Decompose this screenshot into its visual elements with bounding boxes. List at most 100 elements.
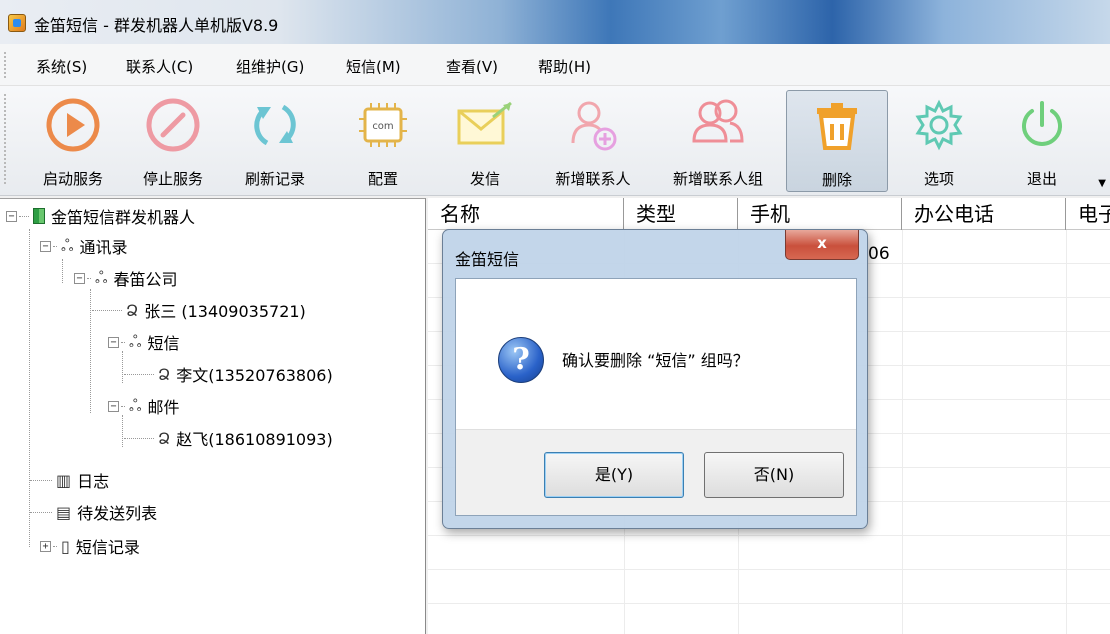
- tree-group-sms[interactable]: − ஃ 短信: [108, 327, 180, 357]
- refresh-records-button[interactable]: 刷新记录: [230, 90, 320, 192]
- tree-group-mail[interactable]: − ஃ 邮件: [108, 391, 180, 421]
- trash-icon: [802, 91, 872, 161]
- tree-root-label: 金笛短信群发机器人: [51, 208, 196, 227]
- send-message-label: 发信: [469, 170, 500, 188]
- dialog-body: ? 确认要删除 “短信” 组吗？ 是(Y) 否(N): [455, 278, 857, 516]
- config-button[interactable]: com 配置: [338, 90, 428, 192]
- tree-connector: [53, 545, 57, 547]
- tree-connector: [87, 277, 91, 279]
- tree-connector: [124, 437, 154, 439]
- menu-help[interactable]: 帮助(H): [538, 56, 591, 77]
- group-icon: ஃ: [95, 267, 108, 287]
- tree-connector: [53, 245, 57, 247]
- start-service-button[interactable]: 启动服务: [28, 90, 118, 192]
- tree-contacts-label: 通讯录: [79, 238, 128, 257]
- collapse-icon[interactable]: −: [6, 210, 17, 222]
- column-header-office-phone[interactable]: 办公电话: [902, 198, 1066, 230]
- tree-company[interactable]: − ஃ 春笛公司: [74, 263, 178, 293]
- stop-circle-icon: [138, 90, 208, 160]
- document-icon: ▯: [61, 536, 70, 556]
- person-icon: Ձ: [158, 364, 171, 384]
- add-contact-group-label: 新增联系人组: [672, 170, 763, 188]
- exit-button[interactable]: 退出: [1000, 90, 1084, 192]
- tree-connector: [19, 215, 29, 217]
- expand-icon[interactable]: +: [40, 540, 51, 552]
- navigation-tree: − 金笛短信群发机器人 − ஃ 通讯录 − ஃ 春笛公司 Ձ 张三 (13409…: [0, 198, 426, 634]
- tree-contact-label: 张三 (13409035721): [144, 302, 306, 321]
- menu-grip: [4, 52, 7, 78]
- close-icon[interactable]: x: [785, 230, 859, 260]
- column-header-mobile[interactable]: 手机: [738, 198, 902, 230]
- power-icon: [1007, 90, 1077, 160]
- tree-connector: [90, 289, 91, 413]
- tree-contacts[interactable]: − ஃ 通讯录: [40, 231, 128, 261]
- tree-sms-records-label: 短信记录: [75, 538, 140, 557]
- tree-connector: [30, 479, 52, 481]
- stop-service-label: 停止服务: [142, 170, 203, 188]
- tree-log[interactable]: ▥ 日志: [30, 465, 109, 495]
- column-header-email[interactable]: 电子: [1066, 198, 1110, 230]
- menu-contacts[interactable]: 联系人(C): [126, 56, 193, 77]
- add-contact-icon: [558, 90, 628, 160]
- calendar-icon: ▥: [56, 470, 72, 490]
- tree-contact[interactable]: Ձ 赵飞(18610891093): [124, 423, 333, 453]
- person-icon: Ձ: [126, 300, 139, 320]
- gear-icon: [904, 90, 974, 160]
- no-button[interactable]: 否(N): [704, 452, 844, 498]
- add-group-icon: [683, 90, 753, 160]
- tree-contact[interactable]: Ձ 张三 (13409035721): [92, 295, 306, 325]
- group-icon: ஃ: [61, 235, 74, 255]
- start-service-label: 启动服务: [42, 170, 103, 188]
- title-bar: 金笛短信 - 群发机器人单机版V8.9: [0, 0, 1110, 44]
- table-row[interactable]: [428, 536, 1110, 570]
- tree-connector: [62, 259, 63, 283]
- tree-group-sms-label: 短信: [147, 334, 180, 353]
- menu-view[interactable]: 查看(V): [446, 56, 498, 77]
- question-icon: ?: [498, 337, 544, 383]
- options-label: 选项: [923, 170, 954, 188]
- app-icon: [8, 14, 26, 32]
- collapse-icon[interactable]: −: [74, 272, 85, 284]
- tree-root[interactable]: − 金笛短信群发机器人: [6, 201, 195, 231]
- toolbar: 启动服务 停止服务 刷新记录 com 配置 发信 新增联系人 新增联系人组 删除…: [0, 86, 1110, 196]
- person-icon: Ձ: [158, 428, 171, 448]
- tree-group-mail-label: 邮件: [147, 398, 180, 417]
- delete-button[interactable]: 删除: [786, 90, 888, 192]
- collapse-icon[interactable]: −: [40, 240, 51, 252]
- dialog-message: 确认要删除 “短信” 组吗？: [562, 351, 749, 370]
- column-header-name[interactable]: 名称: [428, 198, 624, 230]
- delete-label: 删除: [821, 171, 852, 189]
- table-row[interactable]: [428, 604, 1110, 634]
- tree-pending-list[interactable]: ▤ 待发送列表: [30, 497, 157, 527]
- tree-connector: [124, 373, 154, 375]
- yes-button[interactable]: 是(Y): [544, 452, 684, 498]
- tree-contact-label: 李文(13520763806): [176, 366, 333, 385]
- tree-sms-records[interactable]: + ▯ 短信记录: [40, 531, 140, 561]
- grid-header: 名称 类型 手机 办公电话 电子: [428, 198, 1110, 230]
- collapse-icon[interactable]: −: [108, 400, 119, 412]
- toolbar-overflow-icon[interactable]: ▼: [1098, 178, 1106, 189]
- com-chip-icon: com: [348, 90, 418, 160]
- add-contact-button[interactable]: 新增联系人: [540, 90, 646, 192]
- menu-group-maintenance[interactable]: 组维护(G): [236, 56, 304, 77]
- exit-label: 退出: [1026, 170, 1057, 188]
- send-message-button[interactable]: 发信: [440, 90, 530, 192]
- mobile-cell: 06: [868, 244, 890, 264]
- options-button[interactable]: 选项: [894, 90, 984, 192]
- menu-sms[interactable]: 短信(M): [346, 56, 401, 77]
- column-header-type[interactable]: 类型: [624, 198, 738, 230]
- tree-pending-list-label: 待发送列表: [77, 504, 158, 523]
- tree-contact[interactable]: Ձ 李文(13520763806): [124, 359, 333, 389]
- dialog-title: 金笛短信: [455, 250, 520, 269]
- tree-log-label: 日志: [77, 472, 110, 491]
- envelope-send-icon: [450, 90, 520, 160]
- book-icon: [33, 208, 45, 224]
- menu-system[interactable]: 系统(S): [36, 56, 87, 77]
- add-contact-label: 新增联系人: [555, 170, 631, 188]
- stop-service-button[interactable]: 停止服务: [128, 90, 218, 192]
- tree-connector: [30, 511, 52, 513]
- add-contact-group-button[interactable]: 新增联系人组: [656, 90, 780, 192]
- collapse-icon[interactable]: −: [108, 336, 119, 348]
- window-title: 金笛短信 - 群发机器人单机版V8.9: [34, 16, 279, 35]
- table-row[interactable]: [428, 570, 1110, 604]
